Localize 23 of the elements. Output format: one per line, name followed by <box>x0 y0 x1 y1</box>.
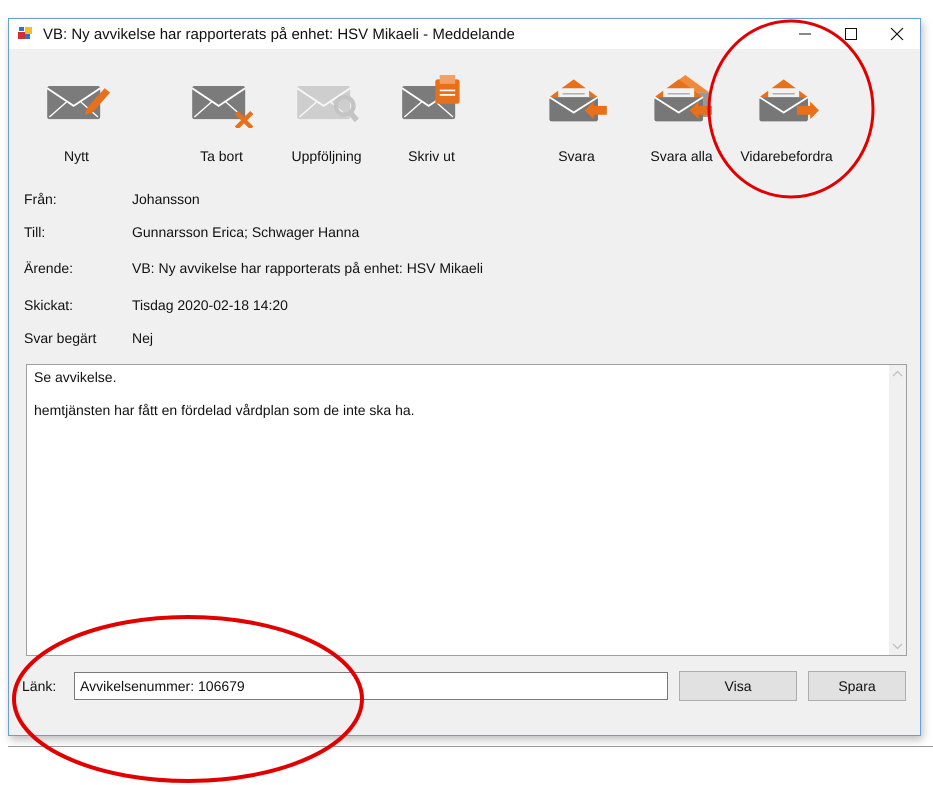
field-value: Nej <box>132 330 154 346</box>
field-value: VB: Ny avvikelse har rapporterats på enhet: HSV Mikaeli <box>132 260 483 276</box>
toolbar-button[interactable]: Nytt <box>24 69 129 164</box>
field-label: Ärende: <box>24 260 74 276</box>
window-title: VB: Ny avvikelse har rapporterats på enhet: HSV Mikaeli - Meddelande <box>43 26 516 42</box>
field-value: Tisdag 2020-02-18 14:20 <box>132 296 288 312</box>
field-value: Johansson <box>132 190 200 206</box>
field-label: Skickat: <box>24 296 74 312</box>
field-label: Svar begärt <box>24 330 98 346</box>
field-label: Till: <box>24 224 46 240</box>
field-label: Från: <box>24 190 58 206</box>
action-button[interactable]: Spara <box>808 671 906 701</box>
action-button[interactable]: Visa <box>679 671 797 701</box>
link-label: Länk: <box>22 678 58 694</box>
toolbar-button[interactable]: Svara alla <box>629 69 734 164</box>
toolbar-button[interactable]: Svara <box>524 69 629 164</box>
link-field[interactable]: Avvikelsenummer: 106679 <box>74 672 668 700</box>
message-text: hemtjänsten har fått en fördelad vårdplan som de inte ska ha. <box>34 402 416 418</box>
toolbar-button[interactable]: Skriv ut <box>379 69 484 164</box>
toolbar-button[interactable]: Ta bort <box>169 69 274 164</box>
field-value: Gunnarsson Erica; Schwager Hanna <box>132 224 360 240</box>
message-text: Se avvikelse. <box>34 369 118 385</box>
message-body[interactable]: Se avvikelse. hemtjänsten har fått en fördelad vårdplan som de inte ska ha. <box>26 364 907 656</box>
